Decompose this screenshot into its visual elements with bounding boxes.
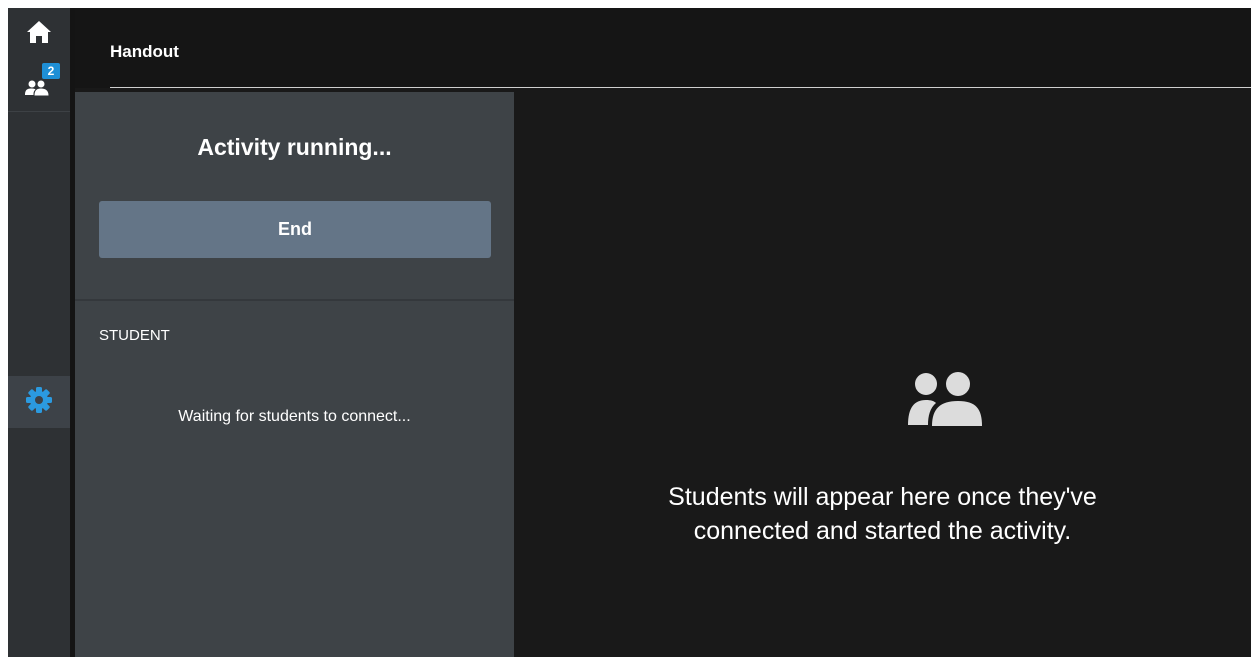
empty-state-message: Students will appear here once they've c… <box>514 480 1251 548</box>
app-window: 2 Handout Activity running... End STUDEN… <box>8 8 1251 657</box>
activity-status-title: Activity running... <box>197 134 392 160</box>
waiting-message: Waiting for students to connect... <box>178 408 411 425</box>
people-icon <box>906 370 982 428</box>
students-count-badge: 2 <box>42 63 60 79</box>
header-divider <box>110 87 1251 88</box>
settings-button[interactable] <box>8 376 70 428</box>
home-button[interactable] <box>8 8 70 60</box>
panel-divider <box>75 299 514 301</box>
home-icon <box>26 20 52 49</box>
left-rail: 2 <box>8 8 70 657</box>
page-header: Handout <box>75 8 1251 88</box>
page-title: Handout <box>110 42 179 61</box>
activity-panel: Activity running... End STUDENT Waiting … <box>75 92 514 657</box>
students-button[interactable] <box>8 60 70 112</box>
student-section-label: STUDENT <box>99 327 170 344</box>
end-button[interactable]: End <box>99 201 491 258</box>
students-view: Students will appear here once they've c… <box>514 92 1251 657</box>
students-icon <box>25 80 49 101</box>
empty-state-line-2: connected and started the activity. <box>693 517 1072 545</box>
gear-icon <box>25 386 53 419</box>
empty-state-line-1: Students will appear here once they've <box>668 483 1097 511</box>
